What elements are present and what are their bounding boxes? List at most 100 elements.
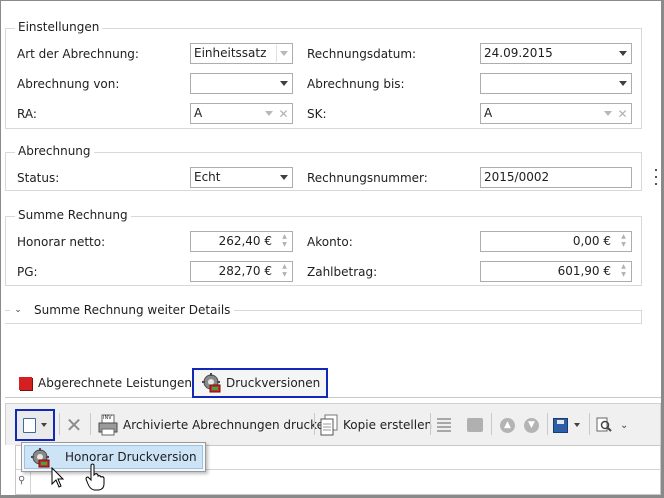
abrechnung-bis-field[interactable]	[480, 73, 632, 94]
ra-value: A	[194, 106, 203, 120]
toolbar-separator	[314, 413, 315, 435]
chevron-down-icon	[279, 175, 288, 180]
kopie-erstellen-button[interactable]: Kopie erstellen	[319, 413, 432, 437]
details-expander[interactable]: ⌄ Summe Rechnung weiter Details	[10, 302, 235, 318]
chevron-down-icon	[279, 81, 288, 86]
rechnungsnummer-field[interactable]: 2015/0002	[480, 167, 632, 188]
toolbar-separator	[59, 413, 60, 435]
honorar-value: 262,40 €	[218, 234, 272, 248]
arrow-cursor-icon	[51, 466, 67, 489]
tab-abgerechnete-leistungen[interactable]: Abgerechnete Leistungen	[13, 368, 198, 398]
status-value: Echt	[194, 170, 221, 184]
chevron-down-icon: ⌄	[620, 419, 629, 431]
rechnungsdatum-label: Rechnungsdatum:	[307, 47, 417, 61]
archivierte-abrechnungen-drucken-label: Archivierte Abrechnungen drucken	[123, 418, 332, 432]
grid-filter-icon[interactable]: ⚲	[18, 475, 25, 486]
abrechnung-von-dropdown-button[interactable]	[276, 75, 291, 92]
arrow-down-circle-icon: ▼	[524, 417, 539, 433]
zahlbetrag-field[interactable]: 601,90 € ▲ ▼	[480, 261, 632, 282]
ra-label: RA:	[17, 107, 37, 121]
printer-gear-icon	[467, 418, 483, 432]
hand-cursor-icon	[85, 463, 107, 491]
move-down-button[interactable]: ▼	[524, 413, 539, 437]
abrechnung-von-field[interactable]	[190, 73, 293, 94]
gear-printer-icon	[200, 372, 222, 394]
new-split-button[interactable]	[15, 409, 55, 441]
search-document-icon	[596, 417, 612, 433]
chevron-down-icon	[41, 423, 47, 427]
abrechnung-bis-label: Abrechnung bis:	[307, 77, 405, 91]
pg-value: 282,70 €	[218, 264, 272, 278]
details-group-bottom	[5, 323, 642, 324]
close-icon: ✕	[65, 413, 83, 437]
gear-printer-icon	[29, 447, 51, 469]
abrechnung-group-line	[5, 152, 642, 153]
rechnungsnummer-value: 2015/0002	[484, 170, 550, 184]
art-value: Einheitssatz	[194, 46, 267, 60]
toolbar-separator	[547, 413, 548, 435]
art-select[interactable]: Einheitssatz	[190, 43, 293, 64]
rechnungsdatum-field[interactable]: 24.09.2015	[480, 43, 632, 64]
ra-clear-icon[interactable]: ✕	[276, 105, 291, 122]
akonto-value: 0,00 €	[572, 234, 611, 248]
akonto-spinner[interactable]: ▲ ▼	[617, 233, 630, 250]
more-options-icon[interactable]	[653, 169, 659, 185]
arrow-up-circle-icon: ▲	[500, 417, 515, 433]
status-label: Status:	[17, 171, 60, 185]
archivierte-abrechnungen-drucken-button[interactable]: INV Archivierte Abrechnungen drucken	[97, 413, 332, 437]
details-group-border	[641, 310, 642, 324]
art-dropdown-button[interactable]	[276, 45, 291, 62]
sk-label: SK:	[307, 107, 327, 121]
ra-dropdown-button[interactable]	[261, 105, 276, 122]
abrechnung-von-label: Abrechnung von:	[17, 77, 120, 91]
honorar-spinner[interactable]: ▲ ▼	[278, 233, 291, 250]
menu-item-honorar-druckversion-label: Honorar Druckversion	[65, 450, 197, 464]
pg-field[interactable]: 282,70 € ▲ ▼	[190, 261, 293, 282]
copy-document-icon	[319, 414, 339, 436]
akonto-label: Akonto:	[307, 235, 353, 249]
zahlbetrag-value: 601,90 €	[557, 264, 611, 278]
abrechnung-bis-dropdown-button[interactable]	[615, 75, 630, 92]
grid-row-indicator-line	[30, 470, 31, 495]
new-document-icon	[23, 417, 36, 433]
red-square-icon	[19, 376, 32, 390]
status-dropdown-button[interactable]	[276, 169, 291, 186]
list-button[interactable]	[437, 413, 451, 437]
invoice-printer-icon: INV	[97, 414, 119, 436]
einstellungen-title: Einstellungen	[15, 20, 103, 34]
tab-abgerechnete-leistungen-label: Abgerechnete Leistungen	[38, 376, 192, 390]
status-select[interactable]: Echt	[190, 167, 293, 188]
save-icon	[553, 417, 568, 433]
menu-item-honorar-druckversion[interactable]: Honorar Druckversion	[24, 445, 203, 469]
chevron-down-icon	[280, 51, 288, 56]
sk-clear-icon[interactable]: ✕	[615, 105, 630, 122]
honorar-field[interactable]: 262,40 € ▲ ▼	[190, 231, 293, 252]
new-dropdown-menu: Honorar Druckversion	[21, 442, 206, 472]
art-label: Art der Abrechnung:	[17, 47, 139, 61]
save-split-button[interactable]	[553, 413, 580, 437]
pg-label: PG:	[17, 265, 38, 279]
move-up-button[interactable]: ▲	[500, 413, 515, 437]
sk-dropdown-button[interactable]	[600, 105, 615, 122]
zahlbetrag-label: Zahlbetrag:	[307, 265, 378, 279]
delete-button[interactable]: ✕	[65, 413, 83, 437]
chevron-down-icon: ⌄	[14, 305, 22, 315]
akonto-field[interactable]: 0,00 € ▲ ▼	[480, 231, 632, 252]
toolbar-separator	[90, 413, 91, 435]
tab-druckversionen[interactable]: Druckversionen	[192, 368, 329, 398]
preview-split-button[interactable]: ⌄	[596, 413, 628, 437]
list-icon	[437, 418, 451, 432]
rechnungsnummer-label: Rechnungsnummer:	[307, 171, 428, 185]
pg-spinner[interactable]: ▲ ▼	[278, 263, 291, 280]
details-title: Summe Rechnung weiter Details	[34, 303, 231, 317]
toolbar-separator	[491, 413, 492, 435]
ra-select[interactable]: A ✕	[190, 103, 293, 124]
sk-select[interactable]: A ✕	[480, 103, 632, 124]
chevron-down-icon	[618, 51, 627, 56]
zahlbetrag-spinner[interactable]: ▲ ▼	[617, 263, 630, 280]
toolbar-separator	[589, 413, 590, 435]
honorar-label: Honorar netto:	[17, 235, 106, 249]
rechnungsdatum-dropdown-button[interactable]	[615, 45, 630, 62]
print-settings-button[interactable]	[467, 413, 483, 437]
chevron-down-icon	[618, 81, 627, 86]
